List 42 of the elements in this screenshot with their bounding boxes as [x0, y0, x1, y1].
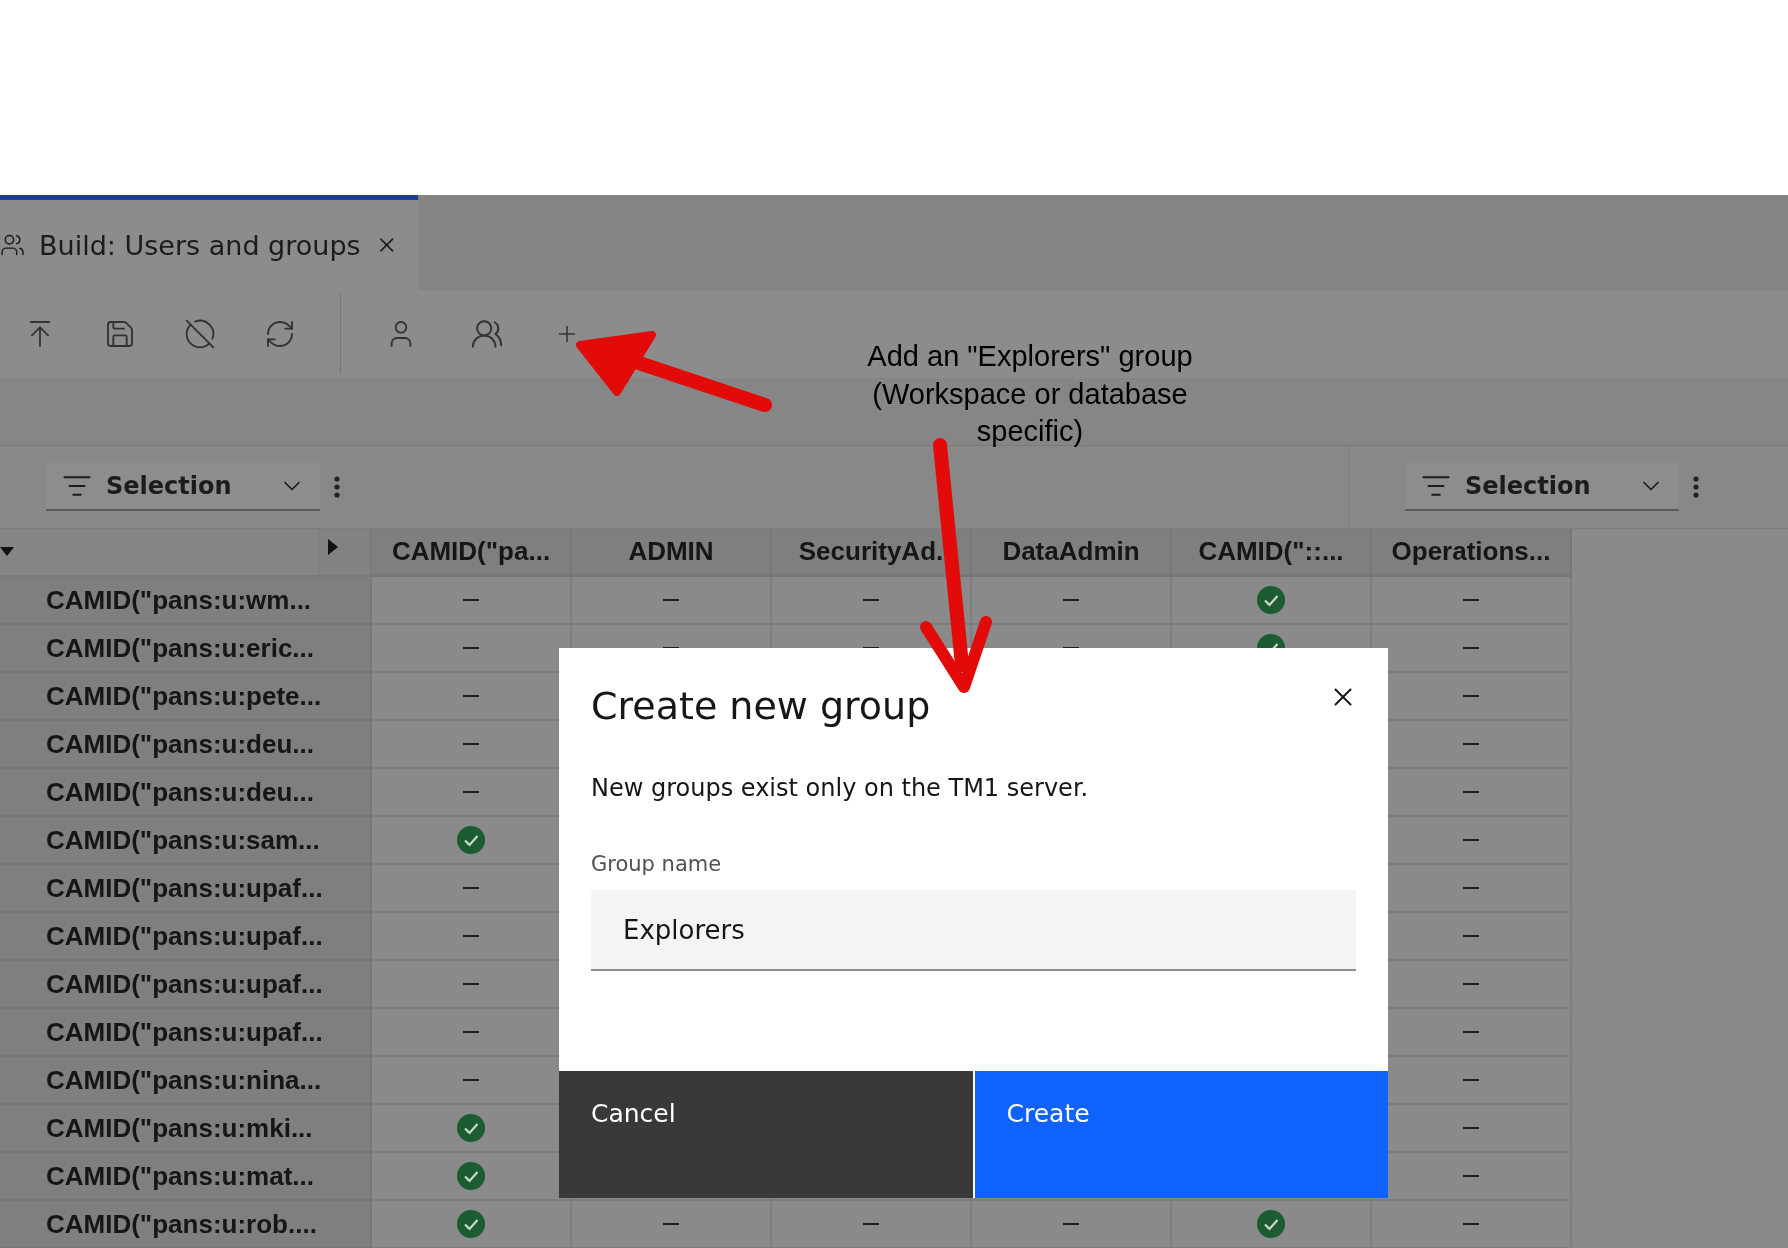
row-header[interactable]: CAMID("pans:u:mki...	[0, 1105, 372, 1153]
row-header[interactable]: CAMID("pans:u:upaf...	[0, 1009, 372, 1057]
row-header[interactable]: CAMID("pans:u:nina...	[0, 1057, 372, 1105]
overflow-menu-icon	[334, 476, 340, 498]
tab[interactable]: Build: Users and groups	[0, 195, 418, 290]
dialog-description: New groups exist only on the TM1 server.	[591, 774, 1090, 802]
group-icon	[470, 317, 504, 351]
row-header[interactable]: CAMID("pans:u:sam...	[0, 817, 372, 865]
column-header[interactable]: CAMID("::...	[1172, 529, 1372, 577]
row-header[interactable]: CAMID("pans:u:mat...	[0, 1153, 372, 1201]
collapse-triangle-icon[interactable]	[0, 547, 14, 557]
column-header[interactable]: ADMIN	[572, 529, 772, 577]
row-header[interactable]: CAMID("pans:u:pete...	[0, 673, 372, 721]
selection-dropdown[interactable]: Selection	[1405, 463, 1679, 511]
overflow-menu-button[interactable]	[334, 476, 340, 498]
expand-button[interactable]	[318, 529, 372, 577]
overflow-menu-icon	[1693, 476, 1699, 498]
row-header[interactable]: CAMID("pans:u:rob....	[0, 1201, 372, 1248]
create-button[interactable]: Create	[974, 1071, 1388, 1198]
row-header[interactable]: CAMID("pans:u:upaf...	[0, 961, 372, 1009]
circle-slash-icon	[184, 318, 216, 350]
dialog-title: Create new group	[591, 684, 931, 728]
refresh-icon	[264, 318, 296, 350]
expand-triangle-icon	[328, 539, 338, 555]
field-label: Group name	[591, 852, 723, 876]
group-name-field[interactable]: Explorers	[591, 890, 1356, 971]
row-header[interactable]: CAMID("pans:u:deu...	[0, 769, 372, 817]
row-header[interactable]: CAMID("pans:u:deu...	[0, 721, 372, 769]
save-icon	[104, 318, 136, 350]
annotation-text: Add an "Explorers" group (Workspace or database specific)	[866, 339, 1194, 450]
column-header[interactable]: Operations...	[1372, 529, 1572, 577]
row-header[interactable]: CAMID("pans:u:upaf...	[0, 913, 372, 961]
selection-dropdown[interactable]: Selection	[46, 463, 320, 511]
row-header[interactable]: CAMID("pans:u:upaf...	[0, 865, 372, 913]
overflow-menu-button[interactable]	[1693, 476, 1699, 498]
column-header[interactable]: SecurityAd.	[772, 529, 972, 577]
tab-title: Build: Users and groups	[39, 229, 361, 261]
row-header[interactable]: CAMID("pans:u:wm...	[0, 577, 372, 625]
column-header[interactable]: CAMID("pa...	[372, 529, 572, 577]
row-header[interactable]: CAMID("pans:u:eric...	[0, 625, 372, 673]
column-header[interactable]: DataAdmin	[972, 529, 1172, 577]
cancel-button[interactable]: Cancel	[559, 1071, 973, 1198]
